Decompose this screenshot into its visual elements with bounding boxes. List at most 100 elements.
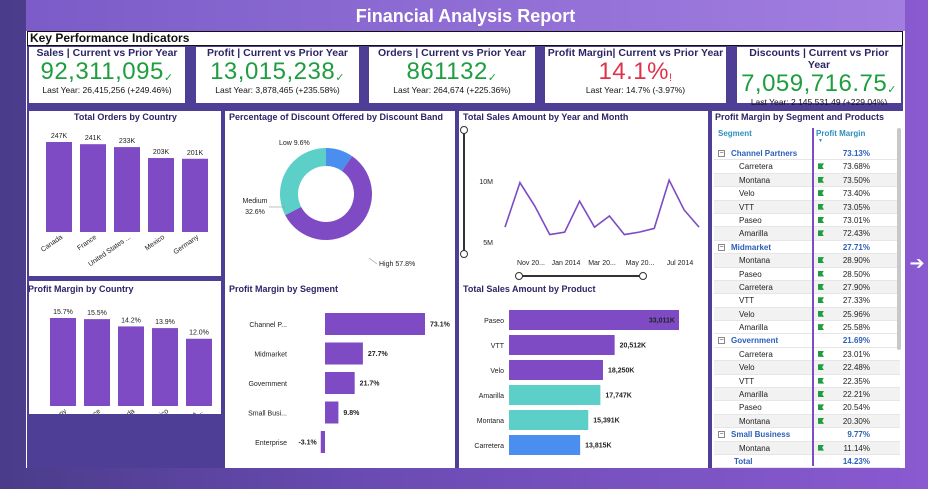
sales-by-product-chart[interactable]: Paseo 33,011K VTT 20,512K Velo 18,250K Amarill… (459, 296, 708, 466)
table-row[interactable]: VTT 73.05% (714, 200, 900, 214)
table-row[interactable]: Carretera 73.68% (714, 160, 900, 174)
data-label: 33,011K (649, 318, 675, 325)
row-value: 22.48% (842, 363, 870, 373)
row-value: 14.23% (842, 456, 870, 466)
data-label: 27.7% (368, 351, 389, 358)
data-label: 9.8% (343, 410, 360, 417)
row-value: 27.71% (842, 242, 870, 252)
data-label: 18,250K (608, 368, 634, 375)
collapse-toggle-icon[interactable]: − (718, 337, 725, 345)
table-row[interactable]: Paseo 20.54% (714, 401, 900, 415)
row-value: 28.50% (842, 269, 870, 279)
data-label: 15.5% (87, 310, 107, 317)
margin-by-country-title: Profit Margin by Country (28, 284, 134, 294)
collapse-toggle-icon[interactable]: − (718, 150, 725, 157)
next-page-arrow-icon[interactable]: ➔ (906, 253, 928, 275)
table-row[interactable]: Paseo 73.01% (714, 214, 900, 228)
row-value: 20.30% (842, 416, 870, 426)
bar (148, 158, 174, 232)
table-row[interactable]: Carretera 23.01% (714, 348, 900, 362)
data-label: 203K (153, 149, 170, 156)
row-label: Velo (739, 309, 755, 319)
kpi-value: 7,059,716.75✓ (737, 71, 901, 97)
row-label: Government (731, 336, 779, 346)
table-row[interactable]: Velo 25.96% (714, 307, 900, 322)
table-row[interactable]: Amarilla 22.21% (714, 388, 900, 402)
flag-icon (818, 270, 824, 277)
category-label: Montana (477, 418, 504, 425)
table-row[interactable]: Montana 28.90% (714, 254, 900, 268)
sales-by-month-title: Total Sales Amount by Year and Month (463, 112, 629, 122)
table-group-row[interactable]: − Midmarket 27.71% (714, 241, 900, 255)
bar (84, 319, 110, 406)
row-value: 27.33% (842, 296, 870, 306)
row-label: Montana (739, 175, 771, 185)
orders-by-country-chart[interactable]: 247KCanada241KFrance233KUnited States ..… (29, 124, 221, 276)
tick-label: Canada (40, 234, 64, 254)
table-row[interactable]: Carretera 27.90% (714, 280, 900, 295)
table-row[interactable]: Velo 22.48% (714, 361, 900, 375)
col-profit-margin-header[interactable]: Profit Margin (816, 129, 865, 138)
table-total-row[interactable]: Total 14.23% (714, 455, 900, 469)
slice-label: Low 9.6% (279, 140, 310, 147)
table-row[interactable]: Amarilla 25.58% (714, 321, 900, 335)
data-label: 201K (187, 150, 204, 157)
row-value: 22.35% (842, 376, 870, 386)
table-group-row[interactable]: − Government 21.69% (714, 334, 900, 348)
date-slider-handle (639, 272, 647, 280)
row-label: Montana (739, 416, 771, 426)
data-label: 241K (85, 135, 102, 142)
table-row[interactable]: Velo 73.40% (714, 187, 900, 201)
bar (118, 326, 144, 406)
table-row[interactable]: Montana 73.50% (714, 173, 900, 188)
bar (320, 431, 325, 453)
col-segment-header[interactable]: Segment (718, 129, 752, 138)
date-slider-handle (515, 272, 523, 280)
discount-donut-title: Percentage of Discount Offered by Discou… (229, 112, 444, 122)
range-slider-track (463, 129, 465, 255)
leader-line (368, 257, 378, 265)
row-value: 20.54% (842, 403, 870, 413)
kpi-title: Discounts | Current vs Prior Year (749, 47, 889, 71)
sales-by-month-chart[interactable]: 10M 5M Nov 20... Jan 2014 Mar 20... May 20...… (459, 124, 708, 284)
tick-label: Canada (112, 408, 136, 414)
report-title: Financial Analysis Report (26, 0, 905, 31)
row-label: Carretera (739, 349, 773, 359)
tick-label: Germany (173, 234, 201, 257)
table-row[interactable]: Amarilla 72.43% (714, 227, 900, 241)
table-scrollbar[interactable] (897, 128, 901, 350)
kpi-subtext: Last Year: 14.7% (-3.97%) (585, 85, 686, 95)
slice-label: High 57.8% (379, 261, 415, 268)
category-label: Paseo (484, 318, 504, 325)
table-row[interactable]: Paseo 28.50% (714, 268, 900, 281)
kpi-value: 861132✓ (369, 59, 535, 85)
orders-by-country-title: Total Orders by Country (74, 112, 177, 122)
table-row[interactable]: VTT 22.35% (714, 375, 900, 389)
flag-icon (818, 216, 824, 223)
table-group-row[interactable]: − Channel Partners 73.13% (714, 147, 900, 161)
collapse-toggle-icon[interactable]: − (718, 431, 725, 439)
margin-by-country-chart[interactable]: 15.7% Germany 15.5% France 14.2% Canada 13.9% M… (29, 296, 221, 414)
bar (80, 144, 106, 232)
table-row[interactable]: VTT 27.33% (714, 294, 900, 308)
flag-icon (818, 364, 824, 371)
sort-icon[interactable]: ▼ (818, 138, 823, 144)
collapse-toggle-icon[interactable]: − (718, 243, 725, 251)
tick-label: Mexico (148, 408, 170, 414)
x-tick-label: Jan 2014 (552, 260, 581, 267)
table-row[interactable]: Montana 20.30% (714, 414, 900, 429)
tick-label: Germany (41, 408, 69, 414)
data-label: 21.7% (360, 381, 381, 388)
table-group-row[interactable]: − Small Business 9.77% (714, 428, 900, 442)
discount-donut-chart[interactable]: High 57.8% Medium 32.6% Low 9.6% (225, 124, 455, 276)
margin-by-segment-chart[interactable]: Channel P... 73.1% Midmarket 27.7% Governmen… (225, 296, 455, 466)
data-label: -3.1% (298, 440, 317, 447)
row-label: VTT (739, 296, 755, 306)
row-value: 23.01% (842, 349, 870, 359)
section-divider (708, 111, 712, 468)
table-header: Segment Profit Margin ▼ (714, 127, 900, 144)
table-row[interactable]: Montana 11.14% (714, 441, 900, 455)
data-label: 15,391K (593, 418, 619, 425)
flag-icon (818, 350, 824, 357)
data-label: 13,815K (585, 443, 611, 450)
